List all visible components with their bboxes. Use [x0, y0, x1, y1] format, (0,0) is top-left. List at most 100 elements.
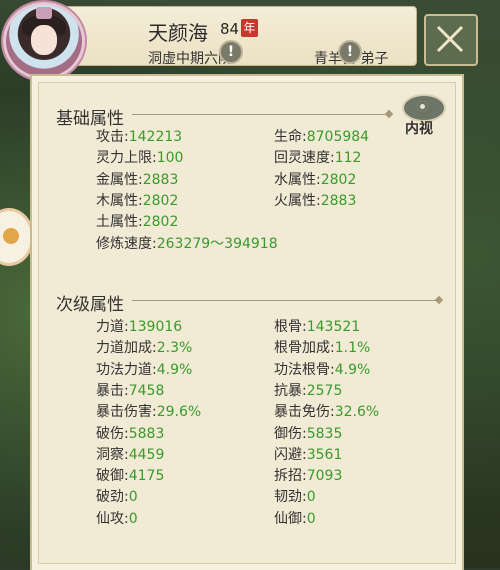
basic-stat: 金属性:2883	[96, 171, 179, 188]
basic-stat-value: 2802	[320, 171, 357, 188]
basic-stat: 火属性:2883	[274, 192, 357, 209]
secondary-stat-value: 3561	[306, 446, 343, 463]
basic-stat-label: 修炼速度	[96, 235, 152, 252]
secondary-stat-value: 4459	[128, 446, 165, 463]
inner-view-button[interactable]: 内视	[400, 94, 446, 137]
basic-stat: 修炼速度:263279～394918	[96, 235, 278, 252]
secondary-stat: 根骨加成:1.1%	[274, 340, 371, 357]
secondary-stat-value: 2575	[306, 382, 343, 399]
basic-stat-label: 土属性	[96, 214, 138, 231]
secondary-stat-value: 5835	[306, 425, 343, 442]
secondary-stat-label: 破伤	[96, 425, 124, 442]
secondary-stat: 仙攻:0	[96, 510, 138, 527]
basic-stat-label: 攻击	[96, 129, 124, 145]
secondary-stat-label: 根骨加成	[274, 340, 330, 357]
basic-stat: 回灵速度:112	[274, 150, 362, 167]
basic-stat-value: 8705984	[306, 129, 370, 145]
secondary-stat-value: 1.1%	[334, 340, 371, 357]
secondary-stat-value: 0	[128, 489, 138, 506]
secondary-stat-value: 7458	[128, 382, 165, 399]
secondary-stat: 力道:139016	[96, 319, 183, 335]
character-header: 天颜海 84 年 洞虚中期六阶 ! 青羊宫 弟子 !	[55, 6, 417, 67]
secondary-stat: 暴击:7458	[96, 382, 165, 399]
secondary-stat-value: 7093	[306, 468, 343, 485]
secondary-stat-value: 0	[128, 510, 138, 527]
secondary-divider	[132, 300, 438, 301]
secondary-stat: 暴击免伤:32.6%	[274, 404, 380, 421]
secondary-stat: 韧劲:0	[274, 489, 316, 506]
secondary-stat: 拆招:7093	[274, 468, 343, 485]
secondary-stat-label: 暴击伤害	[96, 404, 152, 421]
secondary-stat-label: 暴击	[96, 382, 124, 399]
secondary-stat-label: 仙攻	[96, 510, 124, 527]
close-button[interactable]	[424, 14, 478, 66]
secondary-stat-value: 5883	[128, 425, 165, 442]
secondary-stat-label: 力道加成	[96, 340, 152, 357]
basic-stat-label: 灵力上限	[96, 150, 152, 167]
secondary-stat-value: 4175	[128, 468, 165, 485]
basic-stat-label: 金属性	[96, 171, 138, 188]
secondary-stat-label: 力道	[96, 319, 124, 335]
secondary-stat-value: 2.3%	[156, 340, 193, 357]
secondary-stat: 力道加成:2.3%	[96, 340, 193, 357]
secondary-stat: 御伤:5835	[274, 425, 343, 442]
level-badge: 年	[241, 19, 258, 37]
secondary-attributes-title: 次级属性	[56, 295, 124, 315]
basic-stat-value: 2802	[142, 214, 179, 231]
inner-view-label: 内视	[405, 121, 433, 137]
secondary-stat: 洞察:4459	[96, 446, 165, 463]
secondary-stat-label: 破御	[96, 468, 124, 485]
secondary-stat: 闪避:3561	[274, 446, 343, 463]
character-name: 天颜海	[148, 21, 208, 45]
secondary-stat-value: 32.6%	[334, 404, 380, 421]
close-icon	[436, 25, 464, 53]
sect-info-icon[interactable]: !	[338, 40, 362, 64]
secondary-stat-value: 4.9%	[334, 361, 371, 378]
secondary-stat-value: 143521	[306, 319, 361, 335]
secondary-stat: 根骨:143521	[274, 319, 361, 335]
secondary-stat-value: 0	[306, 489, 316, 506]
basic-stat: 生命:8705984	[274, 129, 370, 145]
realm-info-icon[interactable]: !	[219, 40, 243, 64]
secondary-stat: 抗暴:2575	[274, 382, 343, 399]
secondary-stat: 破御:4175	[96, 468, 165, 485]
secondary-stat-label: 暴击免伤	[274, 404, 330, 421]
basic-stat: 灵力上限:100	[96, 150, 184, 167]
basic-stat-label: 火属性	[274, 192, 316, 209]
basic-stat-value: 142213	[128, 129, 183, 145]
side-menu-icon	[3, 228, 19, 244]
secondary-stat: 仙御:0	[274, 510, 316, 527]
secondary-stat-label: 抗暴	[274, 382, 302, 399]
secondary-stat-label: 功法力道	[96, 361, 152, 378]
character-avatar[interactable]	[3, 2, 85, 80]
secondary-stat-label: 韧劲	[274, 489, 302, 506]
basic-stat-value: 100	[156, 150, 184, 167]
secondary-stat: 功法根骨:4.9%	[274, 361, 371, 378]
secondary-stat-value: 29.6%	[156, 404, 202, 421]
secondary-stat-label: 功法根骨	[274, 361, 330, 378]
secondary-stat-label: 根骨	[274, 319, 302, 335]
secondary-stat: 破劲:0	[96, 489, 138, 506]
secondary-stat-value: 4.9%	[156, 361, 193, 378]
basic-stat-label: 水属性	[274, 171, 316, 188]
basic-stat-label: 回灵速度	[274, 150, 330, 167]
basic-stat-value: 2802	[142, 192, 179, 209]
secondary-stat-label: 闪避	[274, 446, 302, 463]
basic-divider	[132, 114, 388, 115]
basic-stat-value: 263279～394918	[156, 235, 278, 252]
secondary-stat-label: 拆招	[274, 468, 302, 485]
secondary-stat-label: 破劲	[96, 489, 124, 506]
secondary-stat-label: 仙御	[274, 510, 302, 527]
basic-stat: 木属性:2802	[96, 192, 179, 209]
secondary-stat-value: 0	[306, 510, 316, 527]
basic-stat-value: 2883	[142, 171, 179, 188]
basic-stat-value: 2883	[320, 192, 357, 209]
secondary-stat: 破伤:5883	[96, 425, 165, 442]
basic-stat-label: 生命	[274, 129, 302, 145]
secondary-stat: 功法力道:4.9%	[96, 361, 193, 378]
character-level: 84	[220, 20, 240, 38]
basic-stat-value: 112	[334, 150, 362, 167]
secondary-stat-label: 御伤	[274, 425, 302, 442]
secondary-stat-label: 洞察	[96, 446, 124, 463]
basic-stat: 土属性:2802	[96, 214, 179, 231]
